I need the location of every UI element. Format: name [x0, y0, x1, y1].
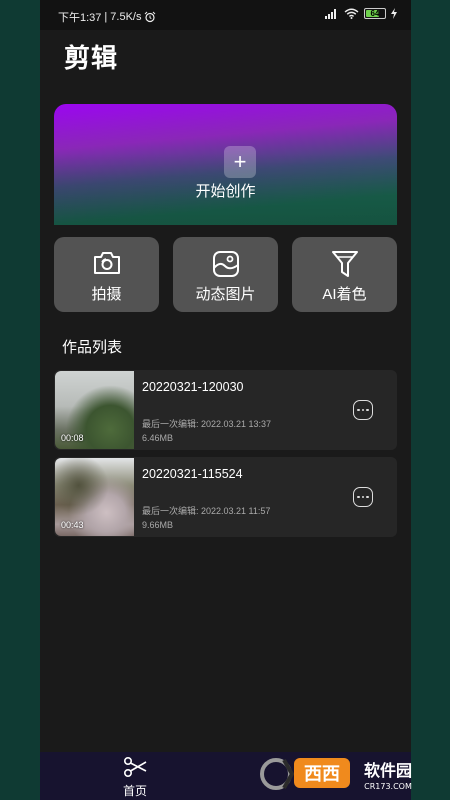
tool-camera-button[interactable]: 拍摄 [54, 237, 159, 312]
app-screen: 下午1:37 | 7.5K/s 64 剪辑 + 开始创作 拍摄 动态图片 AI着… [40, 0, 411, 800]
work-duration: 00:43 [61, 520, 84, 530]
tool-ai-color-label: AI着色 [322, 286, 367, 303]
work-last-edited: 最后一次编辑: 2022.03.21 11:57 [142, 506, 271, 516]
start-creating-label: 开始创作 [195, 183, 256, 200]
charging-icon [391, 8, 397, 19]
page-title: 剪辑 [64, 43, 119, 73]
work-duration: 00:08 [61, 433, 84, 443]
status-right: 64 [325, 8, 397, 19]
status-bar: 下午1:37 | 7.5K/s 64 [40, 0, 411, 30]
wifi-icon [344, 8, 359, 19]
tool-dynamic-image-button[interactable]: 动态图片 [173, 237, 278, 312]
list-item[interactable]: 00:08 20220321-120030 最后一次编辑: 2022.03.21… [54, 370, 397, 450]
status-separator: | [104, 11, 108, 23]
tool-camera-label: 拍摄 [91, 286, 122, 303]
status-time: 下午1:37 [58, 12, 102, 24]
filter-icon [331, 251, 358, 277]
battery-level: 64 [370, 9, 380, 18]
works-list-title: 作品列表 [62, 339, 123, 356]
nav-home-label: 首页 [122, 784, 147, 798]
work-size: 9.66MB [142, 520, 174, 530]
work-name: 20220321-115524 [142, 467, 243, 481]
plus-icon: + [224, 146, 256, 178]
more-options-icon[interactable] [353, 400, 373, 420]
svg-text:西西: 西西 [304, 764, 340, 785]
more-options-icon[interactable] [353, 487, 373, 507]
tool-grid: 拍摄 动态图片 AI着色 [54, 237, 397, 312]
list-item[interactable]: 00:43 20220321-115524 最后一次编辑: 2022.03.21… [54, 457, 397, 537]
status-speed: 7.5K/s [110, 11, 142, 23]
nav-home-tab[interactable]: 首页 [118, 756, 152, 799]
work-size: 6.46MB [142, 433, 174, 443]
alarm-icon [145, 11, 156, 23]
work-last-edited: 最后一次编辑: 2022.03.21 13:37 [142, 419, 272, 429]
tool-dynamic-image-label: 动态图片 [195, 286, 256, 303]
image-icon [212, 251, 239, 277]
watermark-logo: 西西 软件园 CR173.COM [260, 758, 412, 791]
start-creating-card[interactable]: + 开始创作 [54, 104, 397, 225]
tool-ai-color-button[interactable]: AI着色 [292, 237, 397, 312]
signal-icon [325, 9, 336, 19]
camera-icon [93, 252, 120, 274]
svg-text:CR173.COM: CR173.COM [364, 782, 412, 791]
work-thumbnail: 00:43 [55, 458, 134, 536]
scissors-icon [123, 756, 147, 778]
work-name: 20220321-120030 [142, 380, 244, 394]
status-left: 下午1:37 | 7.5K/s [58, 9, 156, 25]
battery-icon: 64 [364, 8, 386, 19]
work-thumbnail: 00:08 [55, 371, 134, 449]
svg-text:软件园: 软件园 [364, 761, 412, 780]
